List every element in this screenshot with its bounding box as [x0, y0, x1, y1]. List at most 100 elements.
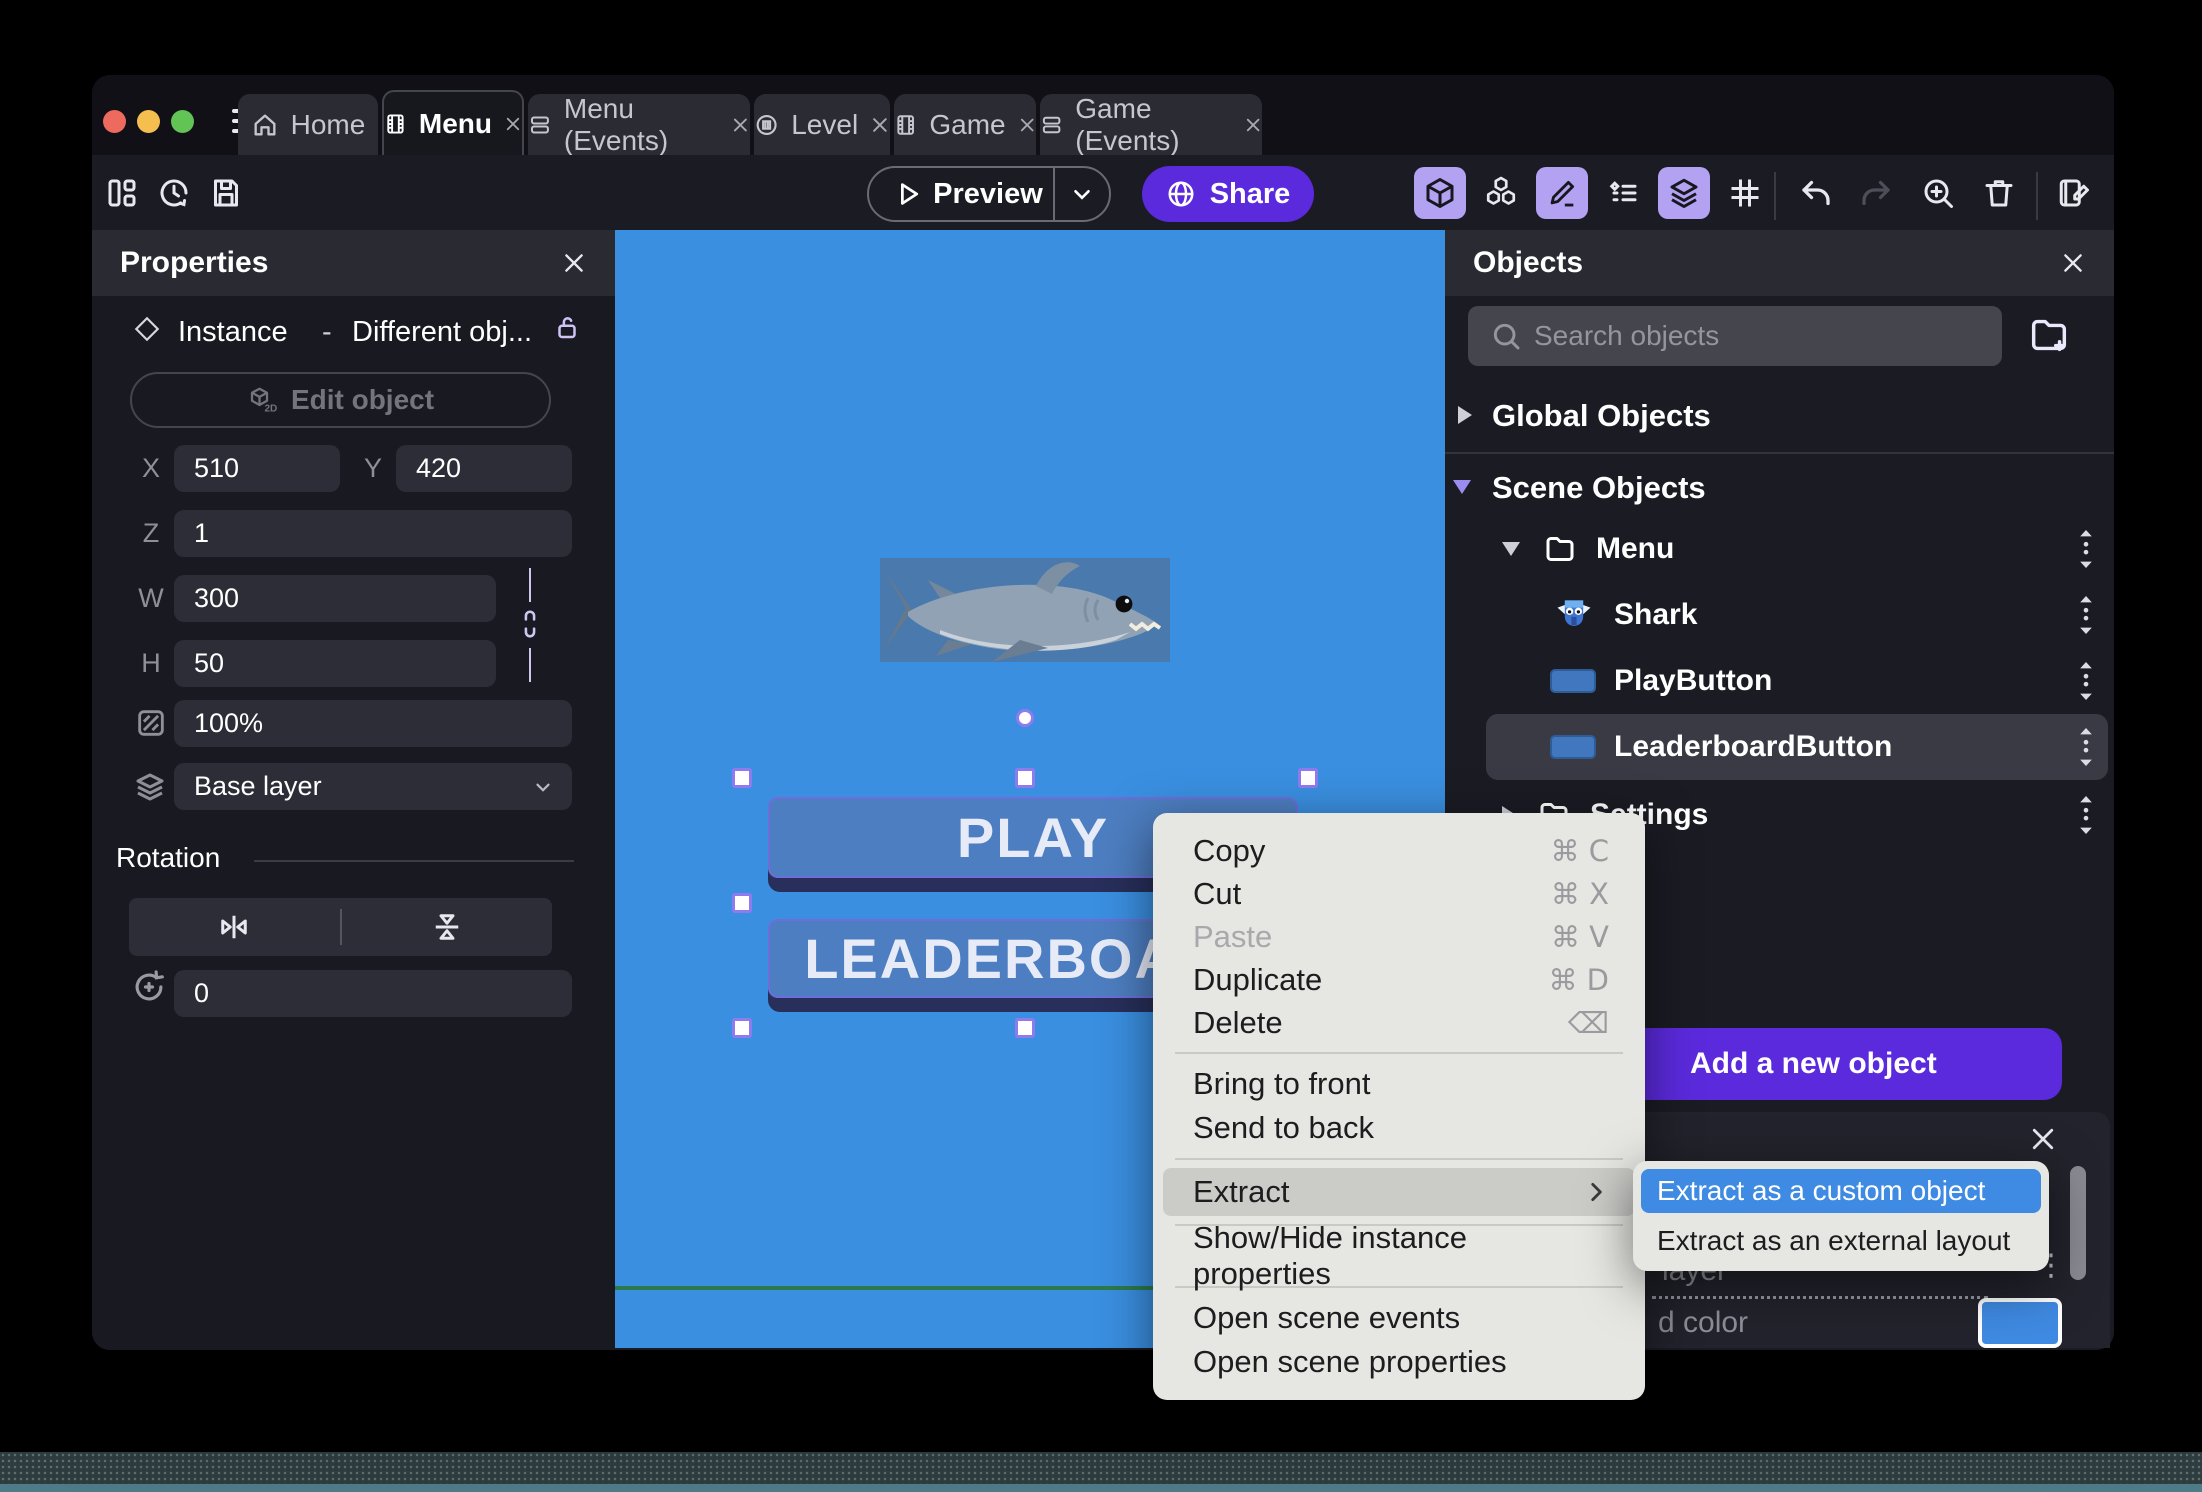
- properties-title: Properties: [120, 246, 269, 279]
- menu-item-extract[interactable]: Extract: [1163, 1168, 1635, 1216]
- tree-row-playbutton[interactable]: PlayButton: [1486, 650, 2108, 712]
- close-icon[interactable]: [561, 250, 587, 276]
- menu-item-open-scene-properties[interactable]: Open scene properties: [1153, 1340, 1645, 1384]
- grid-icon[interactable]: [1719, 167, 1771, 219]
- share-button[interactable]: Share: [1142, 166, 1314, 222]
- menu-item-send-to-back[interactable]: Send to back: [1153, 1106, 1645, 1150]
- selection-handle-top-center[interactable]: [1015, 768, 1035, 788]
- color-swatch[interactable]: [1978, 1298, 2062, 1348]
- edit-object-button[interactable]: 2D Edit object: [130, 372, 551, 428]
- tree-row-leaderboardbutton-selected[interactable]: LeaderboardButton: [1486, 714, 2108, 780]
- save-icon[interactable]: [204, 171, 248, 215]
- layer-select[interactable]: Base layer: [174, 763, 572, 810]
- link-line-top: [529, 568, 531, 602]
- window-close-button[interactable]: [103, 110, 126, 133]
- preview-split-divider: [1053, 168, 1055, 220]
- edit-scene-icon[interactable]: [2052, 171, 2096, 215]
- chevron-down-icon[interactable]: [1069, 181, 1095, 207]
- menu-item-show-hide-instance-properties[interactable]: Show/Hide instance properties: [1153, 1220, 1645, 1291]
- close-icon[interactable]: [2028, 1124, 2058, 1154]
- objects-editor-icon[interactable]: [1475, 167, 1527, 219]
- expand-caret-icon[interactable]: [1458, 406, 1472, 424]
- close-icon[interactable]: [870, 114, 890, 136]
- tab-game[interactable]: Game: [894, 94, 1036, 155]
- y-field[interactable]: [396, 445, 572, 492]
- scene-icon: [387, 113, 404, 134]
- scene-objects-group[interactable]: Scene Objects: [1492, 470, 1706, 506]
- zoom-in-icon[interactable]: [1916, 171, 1960, 215]
- cube-2d-icon: 2D: [250, 387, 277, 414]
- flip-horizontal-button[interactable]: [129, 909, 340, 945]
- close-icon[interactable]: [1244, 114, 1262, 136]
- collapse-caret-icon[interactable]: [1502, 542, 1520, 556]
- h-field[interactable]: [174, 640, 496, 687]
- drag-handle-icon[interactable]: [2078, 596, 2094, 634]
- search-input[interactable]: [1468, 306, 2002, 366]
- tab-level[interactable]: Level: [754, 94, 890, 155]
- project-manager-icon[interactable]: [100, 171, 144, 215]
- drag-handle-icon[interactable]: [2078, 662, 2094, 700]
- submenu-item-extract-custom-object[interactable]: Extract as a custom object: [1641, 1169, 2041, 1213]
- window-zoom-button[interactable]: [171, 110, 194, 133]
- toggle-3d-view-icon[interactable]: [1414, 167, 1466, 219]
- selection-handle-bottom-center[interactable]: [1015, 1018, 1035, 1038]
- drag-handle-icon[interactable]: [2078, 728, 2094, 766]
- global-objects-group[interactable]: Global Objects: [1492, 398, 1711, 434]
- menu-item-duplicate[interactable]: Duplicate ⌘ D: [1153, 958, 1645, 1001]
- tree-row-shark[interactable]: Shark: [1486, 584, 2108, 646]
- rotation-field[interactable]: [174, 970, 572, 1017]
- undo-icon[interactable]: [1794, 171, 1838, 215]
- menu-item-bring-to-front[interactable]: Bring to front: [1153, 1062, 1645, 1106]
- tab-menu-events[interactable]: Menu (Events): [528, 93, 750, 156]
- edit-mode-icon[interactable]: [1536, 167, 1588, 219]
- close-icon[interactable]: [2060, 250, 2086, 276]
- x-label: X: [141, 453, 160, 483]
- window-minimize-button[interactable]: [137, 110, 160, 133]
- toolbar-separator: [1774, 172, 1776, 220]
- layers-panel-icon[interactable]: [1658, 167, 1710, 219]
- submenu-item-extract-external-layout[interactable]: Extract as an external layout: [1641, 1219, 2041, 1263]
- menu-item-cut[interactable]: Cut ⌘ X: [1153, 872, 1645, 915]
- scrollbar-thumb[interactable]: [2070, 1166, 2086, 1280]
- close-icon[interactable]: [504, 113, 522, 135]
- instance-properties-icon[interactable]: [1597, 167, 1649, 219]
- x-field[interactable]: [174, 445, 340, 492]
- properties-panel-header: Properties: [92, 230, 615, 296]
- menu-item-delete[interactable]: Delete ⌫: [1153, 1001, 1645, 1044]
- z-field[interactable]: [174, 510, 572, 557]
- redo-icon[interactable]: [1854, 171, 1898, 215]
- close-icon[interactable]: [731, 114, 750, 136]
- menu-item-label: Open scene events: [1193, 1300, 1461, 1335]
- tree-item-label: PlayButton: [1614, 664, 1773, 697]
- preview-button[interactable]: Preview: [867, 166, 1111, 222]
- menu-item-label: Open scene properties: [1193, 1344, 1507, 1379]
- selection-handle-bottom-left[interactable]: [732, 1018, 752, 1038]
- selection-handle-mid-left[interactable]: [732, 893, 752, 913]
- rotate-handle[interactable]: [1016, 709, 1034, 727]
- trash-icon[interactable]: [1977, 171, 2021, 215]
- tab-game-events[interactable]: Game (Events): [1040, 93, 1262, 156]
- shark-sprite[interactable]: [880, 558, 1170, 662]
- add-folder-icon[interactable]: [2026, 312, 2072, 358]
- link-dimensions-icon[interactable]: [516, 606, 544, 642]
- tab-menu[interactable]: Menu: [382, 90, 524, 155]
- selection-handle-top-left[interactable]: [732, 768, 752, 788]
- unlock-icon[interactable]: [552, 312, 582, 342]
- collapse-caret-icon[interactable]: [1453, 480, 1471, 494]
- close-icon[interactable]: [1018, 114, 1036, 136]
- chevron-down-icon: [536, 783, 550, 792]
- history-icon[interactable]: [152, 171, 196, 215]
- menu-item-copy[interactable]: Copy ⌘ C: [1153, 829, 1645, 872]
- w-field[interactable]: [174, 575, 496, 622]
- opacity-field[interactable]: [174, 700, 572, 747]
- drag-handle-icon[interactable]: [2078, 530, 2094, 568]
- selection-handle-top-right[interactable]: [1298, 768, 1318, 788]
- preview-label: Preview: [933, 177, 1043, 210]
- tree-row-menu[interactable]: Menu: [1486, 518, 2108, 580]
- menu-item-label: Extract: [1193, 1174, 1290, 1209]
- desktop-edge: [0, 1484, 2202, 1492]
- menu-item-open-scene-events[interactable]: Open scene events: [1153, 1296, 1645, 1340]
- flip-vertical-button[interactable]: [342, 909, 553, 945]
- tab-home[interactable]: Home: [238, 94, 378, 155]
- drag-handle-icon[interactable]: [2078, 796, 2094, 834]
